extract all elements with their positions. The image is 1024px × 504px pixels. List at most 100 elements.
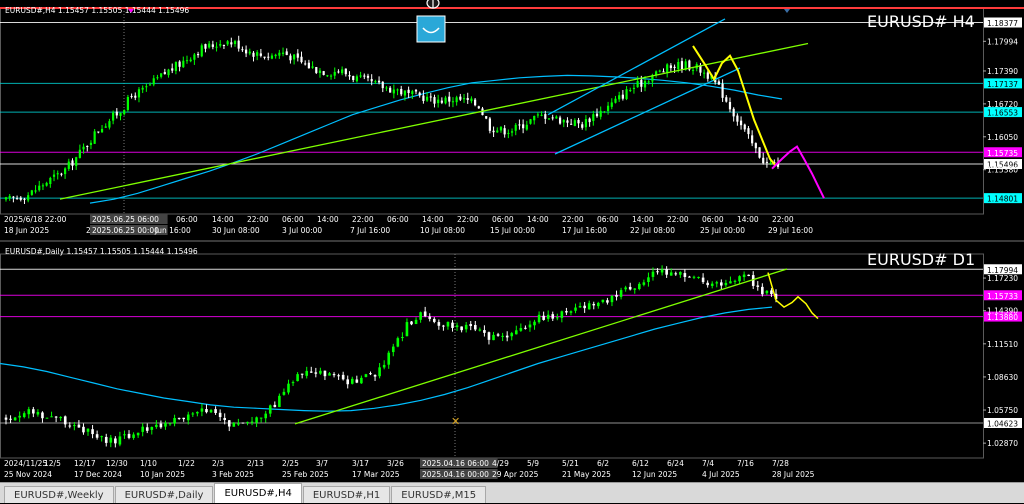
top-candle-body <box>233 41 237 44</box>
bot-price-label: 1.17230 <box>987 274 1018 283</box>
bot-time-label: 1/22 <box>178 459 195 468</box>
top-candle-body <box>614 98 617 103</box>
bot-candle-body <box>747 274 750 276</box>
top-time-label: 22:00 <box>667 215 689 224</box>
bot-candle-body <box>50 416 53 418</box>
top-candle-body <box>278 52 281 56</box>
top-candle-body <box>329 75 333 77</box>
top-level-label: 1.16553 <box>987 109 1018 118</box>
bot-candle-body <box>332 374 336 376</box>
top-candle-body <box>104 126 107 128</box>
bot-date-label: 17 Mar 2025 <box>352 470 400 479</box>
top-candle-body <box>148 84 152 86</box>
top-candle-body <box>739 120 743 126</box>
top-candle-body <box>78 149 81 158</box>
top-candle-body <box>551 117 554 119</box>
bot-candle-body <box>537 314 541 323</box>
tab-daily[interactable]: EURUSD#,Daily <box>114 486 214 503</box>
top-candle-body <box>518 124 521 126</box>
top-price-label: 1.17390 <box>987 67 1018 76</box>
bot-candle-body <box>683 273 687 277</box>
top-candle-body <box>71 160 74 166</box>
top-candle-body <box>189 59 192 62</box>
bot-candle-body <box>350 378 354 384</box>
top-candle-body <box>621 94 624 99</box>
top-candle-body <box>355 76 359 82</box>
top-candle-body <box>762 157 765 164</box>
top-candle-body <box>525 124 528 130</box>
bot-candle-body <box>196 411 199 414</box>
bot-time-label: 6/2 <box>597 459 609 468</box>
top-candle-body <box>45 182 48 186</box>
d1-chart-pane[interactable]: 1.17994 1.15733 1.13880 1.04623 1.17230 1.143… <box>0 242 1024 482</box>
top-candle-body <box>658 70 661 72</box>
bot-candle-body <box>660 269 664 273</box>
top-candle-body <box>429 96 432 98</box>
bot-candle-body <box>300 373 304 375</box>
top-price-label: 1.15380 <box>987 166 1018 175</box>
bot-candle-body <box>464 324 468 330</box>
top-candle-body <box>625 89 628 100</box>
top-time-label: 22:00 <box>772 215 794 224</box>
top-candle-body <box>392 89 395 94</box>
top-candle-body <box>470 98 473 102</box>
bot-candle-body <box>674 273 678 275</box>
bot-candle-body <box>414 319 418 325</box>
bot-candle-body <box>63 416 67 425</box>
top-candle-body <box>751 135 754 144</box>
h4-chart-svg[interactable]: 1.183771.171371.165531.157351.154961.148… <box>0 0 1024 240</box>
tab-h1[interactable]: EURUSD#,H1 <box>302 486 391 503</box>
top-candle-body <box>588 118 591 123</box>
top-candle-body <box>119 112 122 116</box>
top-candle-body <box>507 132 510 134</box>
bot-candle-body <box>127 433 131 438</box>
bot-candle-body <box>337 375 340 377</box>
bot-candle-body <box>59 416 62 419</box>
bot-date-label: 28 Jul 2025 <box>772 470 815 479</box>
bot-candle-body <box>601 299 605 303</box>
bot-date-label: 12 Jun 2025 <box>632 470 677 479</box>
bot-candle-body <box>692 276 696 278</box>
top-candle-body <box>510 131 514 133</box>
bot-candle-body <box>642 282 646 285</box>
top-date-label: 22 Jul 08:00 <box>630 226 675 235</box>
top-candle-body <box>732 108 735 117</box>
bot-candle-body <box>669 272 673 276</box>
top-candle-body <box>555 116 558 119</box>
bot-candle-body <box>560 311 564 318</box>
bot-time-label: 7/4 <box>702 459 714 468</box>
bot-candle-body <box>514 330 518 335</box>
h4-chart-pane[interactable]: 1.18377 1.17137 1.16553 1.15735 1.15496 1.148… <box>0 0 1024 240</box>
bot-candle-body <box>259 417 263 419</box>
bot-candle-body <box>4 417 8 420</box>
bot-price-label: 1.02870 <box>987 439 1018 448</box>
top-candle-body <box>41 185 45 187</box>
expert-advisor-icon[interactable] <box>416 15 446 43</box>
tab-m15[interactable]: EURUSD#,M15 <box>391 486 487 503</box>
top-candle-body <box>256 52 259 56</box>
top-candle-body <box>540 114 543 116</box>
top-candle-body <box>163 72 166 75</box>
top-candle-body <box>4 197 8 200</box>
top-candle-body <box>281 52 285 54</box>
top-time-label: 14:00 <box>527 215 549 224</box>
d1-chart-svg[interactable]: 1.179941.157331.138801.046231.172301.143… <box>0 242 1024 482</box>
top-time-label: 06:00 <box>176 215 198 224</box>
bot-candle-body <box>391 346 395 353</box>
top-candle-body <box>15 198 19 200</box>
top-candle-body <box>296 53 299 58</box>
bot-candle-body <box>542 315 545 320</box>
top-date-label: 15 Jul 00:00 <box>490 226 535 235</box>
top-candle-body <box>156 77 159 79</box>
tab-h4[interactable]: EURUSD#,H4 <box>214 483 302 503</box>
top-candle-body <box>400 88 403 95</box>
top-candle-body <box>123 110 126 115</box>
bot-price-label: 1.05750 <box>987 406 1018 415</box>
chart-tabs-bar: EURUSD#,Weekly EURUSD#,Daily EURUSD#,H4 … <box>0 482 1024 503</box>
bot-candle-body <box>22 413 26 418</box>
tab-weekly[interactable]: EURUSD#,Weekly <box>4 486 114 503</box>
bot-candle-body <box>387 352 391 365</box>
top-candle-body <box>455 97 458 103</box>
top-candle-body <box>385 87 388 89</box>
bot-candle-body <box>729 281 732 284</box>
